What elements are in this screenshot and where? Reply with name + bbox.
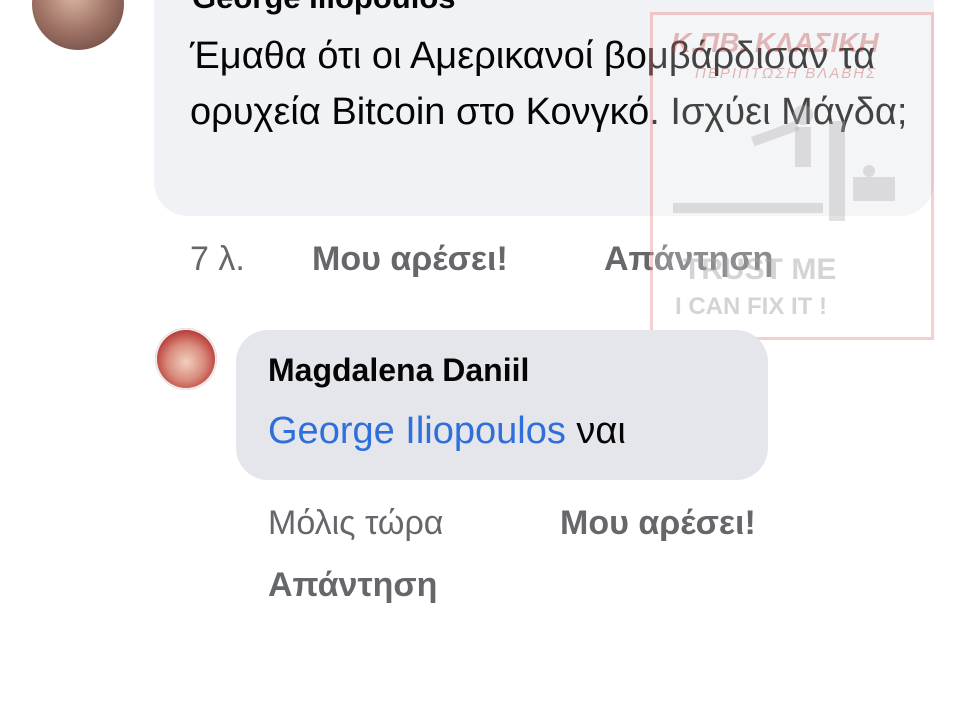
- watermark-line2: I CAN FIX IT !: [675, 293, 827, 320]
- reply-time[interactable]: Μόλις τώρα: [268, 504, 443, 543]
- watermark-line1: TRUST ME: [683, 253, 837, 286]
- george-avatar[interactable]: [32, 0, 124, 50]
- comment-time[interactable]: 7 λ.: [190, 240, 245, 278]
- comment-like-button[interactable]: Μου αρέσει!: [312, 240, 508, 279]
- reply-like-button[interactable]: Μου αρέσει!: [560, 504, 756, 543]
- comment-author-name[interactable]: George Iliopoulos: [192, 0, 456, 16]
- magdalena-avatar[interactable]: [155, 328, 217, 390]
- watermark-title: Κ.ΠΒ. ΚΛΑΣΙΚΗ: [671, 27, 879, 58]
- reply-text: George Iliopoulos ναι: [268, 410, 626, 453]
- reply-author-name[interactable]: Magdalena Daniil: [268, 352, 529, 389]
- watermark-stamp: Κ.ΠΒ. ΚΛΑΣΙΚΗ ΠΕΡΙΠΤΩΣΗ ΒΛΑΒΗΣ TRUST ME …: [650, 12, 934, 340]
- reply-mention-link[interactable]: George Iliopoulos: [268, 410, 566, 452]
- comment-meta: 7 λ.: [190, 240, 245, 279]
- watermark-subtitle: ΠΕΡΙΠΤΩΣΗ ΒΛΑΒΗΣ: [695, 65, 878, 82]
- reply-reply-button[interactable]: Απάντηση: [268, 566, 437, 605]
- reply-message: ναι: [576, 410, 626, 452]
- watermark-repair-figure-icon: [673, 105, 895, 221]
